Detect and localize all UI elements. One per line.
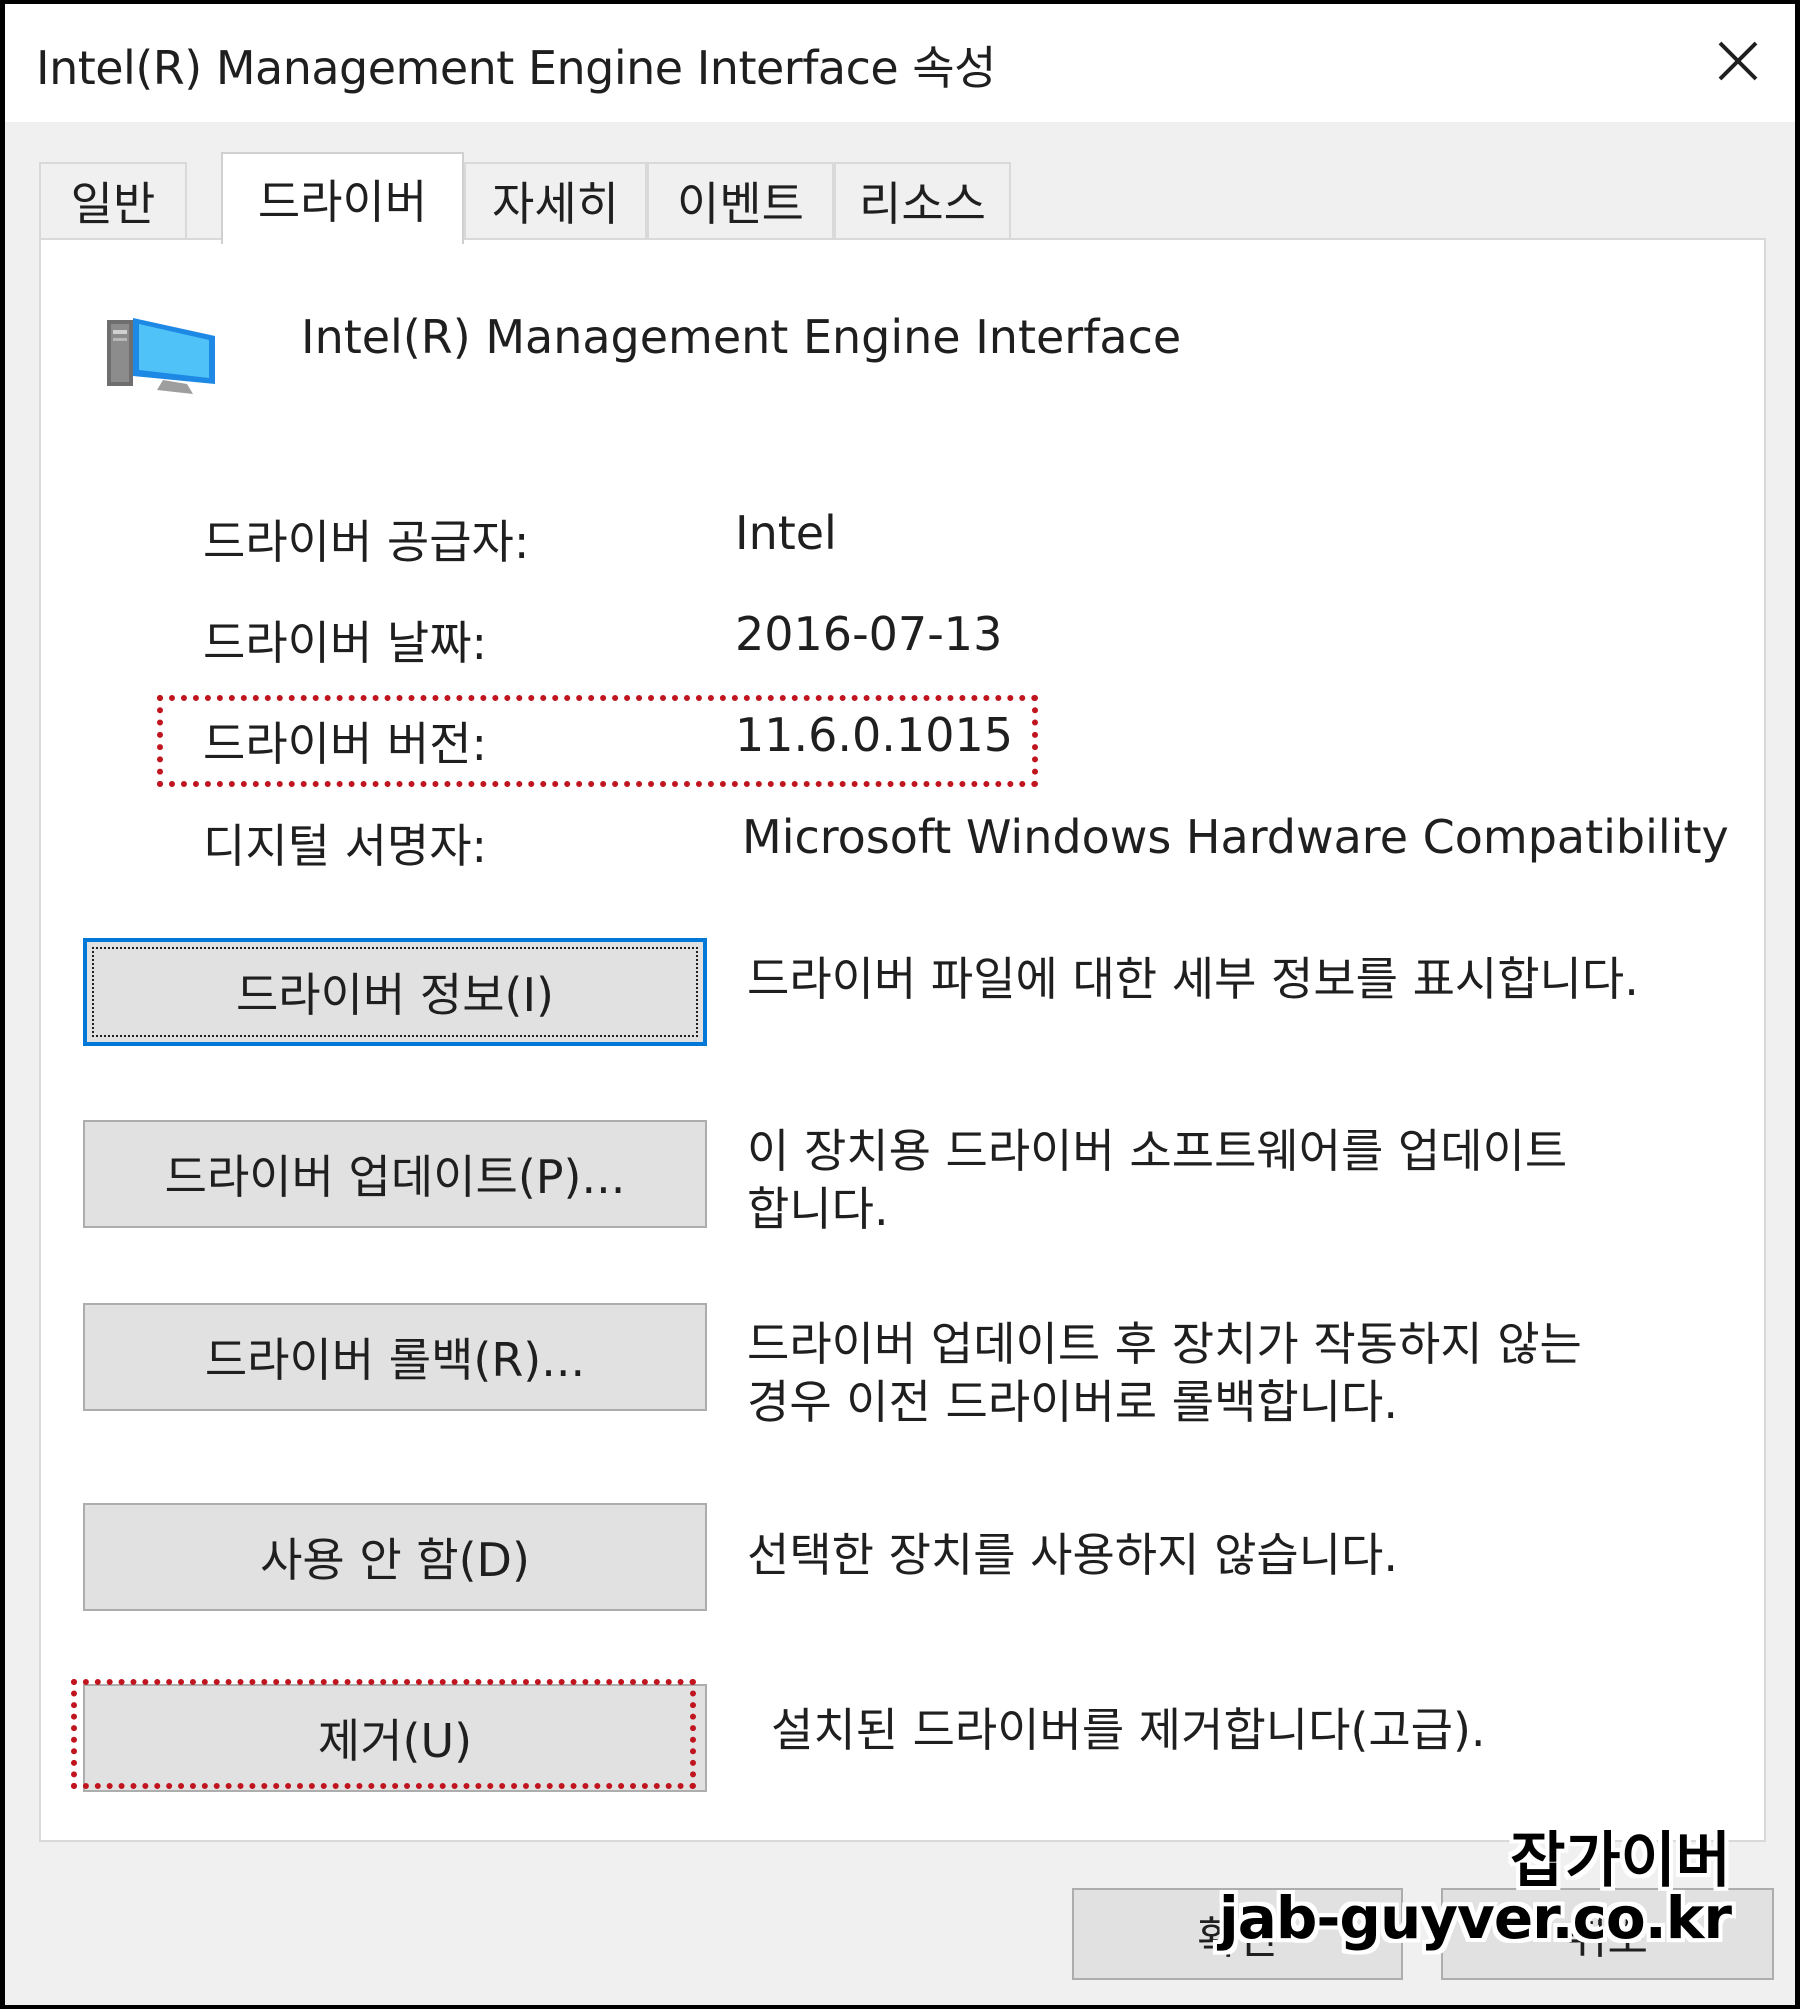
rollback-driver-button[interactable]: 드라이버 롤백(R)... <box>83 1303 707 1411</box>
close-icon <box>1718 41 1758 81</box>
watermark-url: jab-guyver.co.kr <box>1218 1884 1732 1952</box>
update-driver-button[interactable]: 드라이버 업데이트(P)... <box>83 1120 707 1228</box>
tab-events[interactable]: 이벤트 <box>647 162 834 238</box>
version-highlight-box <box>157 695 1038 787</box>
window-title: Intel(R) Management Engine Interface 속성 <box>36 41 996 95</box>
close-button[interactable] <box>1703 26 1773 96</box>
tab-resources[interactable]: 리소스 <box>834 162 1011 238</box>
update-driver-desc: 이 장치용 드라이버 소프트웨어를 업데이트 합니다. <box>747 1122 1567 1238</box>
driver-date-label: 드라이버 날짜: <box>203 616 488 670</box>
tab-driver[interactable]: 드라이버 <box>221 152 464 244</box>
rollback-driver-desc-line: 드라이버 업데이트 후 장치가 작동하지 않는 <box>747 1317 1582 1371</box>
driver-details-desc: 드라이버 파일에 대한 세부 정보를 표시합니다. <box>747 950 1639 1008</box>
driver-details-button[interactable]: 드라이버 정보(I) <box>83 938 707 1046</box>
driver-date-value: 2016-07-13 <box>735 607 1003 661</box>
rollback-driver-desc-line: 경우 이전 드라이버로 롤백합니다. <box>747 1375 1398 1429</box>
tab-general[interactable]: 일반 <box>39 162 187 238</box>
tab-details[interactable]: 자세히 <box>464 162 647 238</box>
rollback-driver-desc: 드라이버 업데이트 후 장치가 작동하지 않는 경우 이전 드라이버로 롤백합니… <box>747 1315 1582 1431</box>
update-driver-desc-line: 합니다. <box>747 1182 889 1236</box>
properties-dialog: Intel(R) Management Engine Interface 속성 … <box>5 4 1795 2005</box>
update-driver-desc-line: 이 장치용 드라이버 소프트웨어를 업데이트 <box>747 1124 1568 1178</box>
computer-icon <box>103 310 219 404</box>
disable-device-desc: 선택한 장치를 사용하지 않습니다. <box>747 1526 1398 1584</box>
uninstall-desc: 설치된 드라이버를 제거합니다(고급). <box>771 1701 1486 1759</box>
device-name: Intel(R) Management Engine Interface <box>301 310 1182 364</box>
uninstall-highlight-box <box>71 1679 696 1789</box>
driver-provider-label: 드라이버 공급자: <box>203 515 530 569</box>
disable-device-button[interactable]: 사용 안 함(D) <box>83 1503 707 1611</box>
digital-signer-label: 디지털 서명자: <box>203 819 488 873</box>
disable-device-desc-line: 선택한 장치를 사용하지 않습니다. <box>747 1528 1398 1582</box>
digital-signer-value: Microsoft Windows Hardware Compatibility <box>742 810 1729 864</box>
driver-details-desc-line: 드라이버 파일에 대한 세부 정보를 표시합니다. <box>747 952 1639 1006</box>
uninstall-desc-line: 설치된 드라이버를 제거합니다(고급). <box>771 1703 1486 1757</box>
driver-provider-value: Intel <box>735 506 837 560</box>
